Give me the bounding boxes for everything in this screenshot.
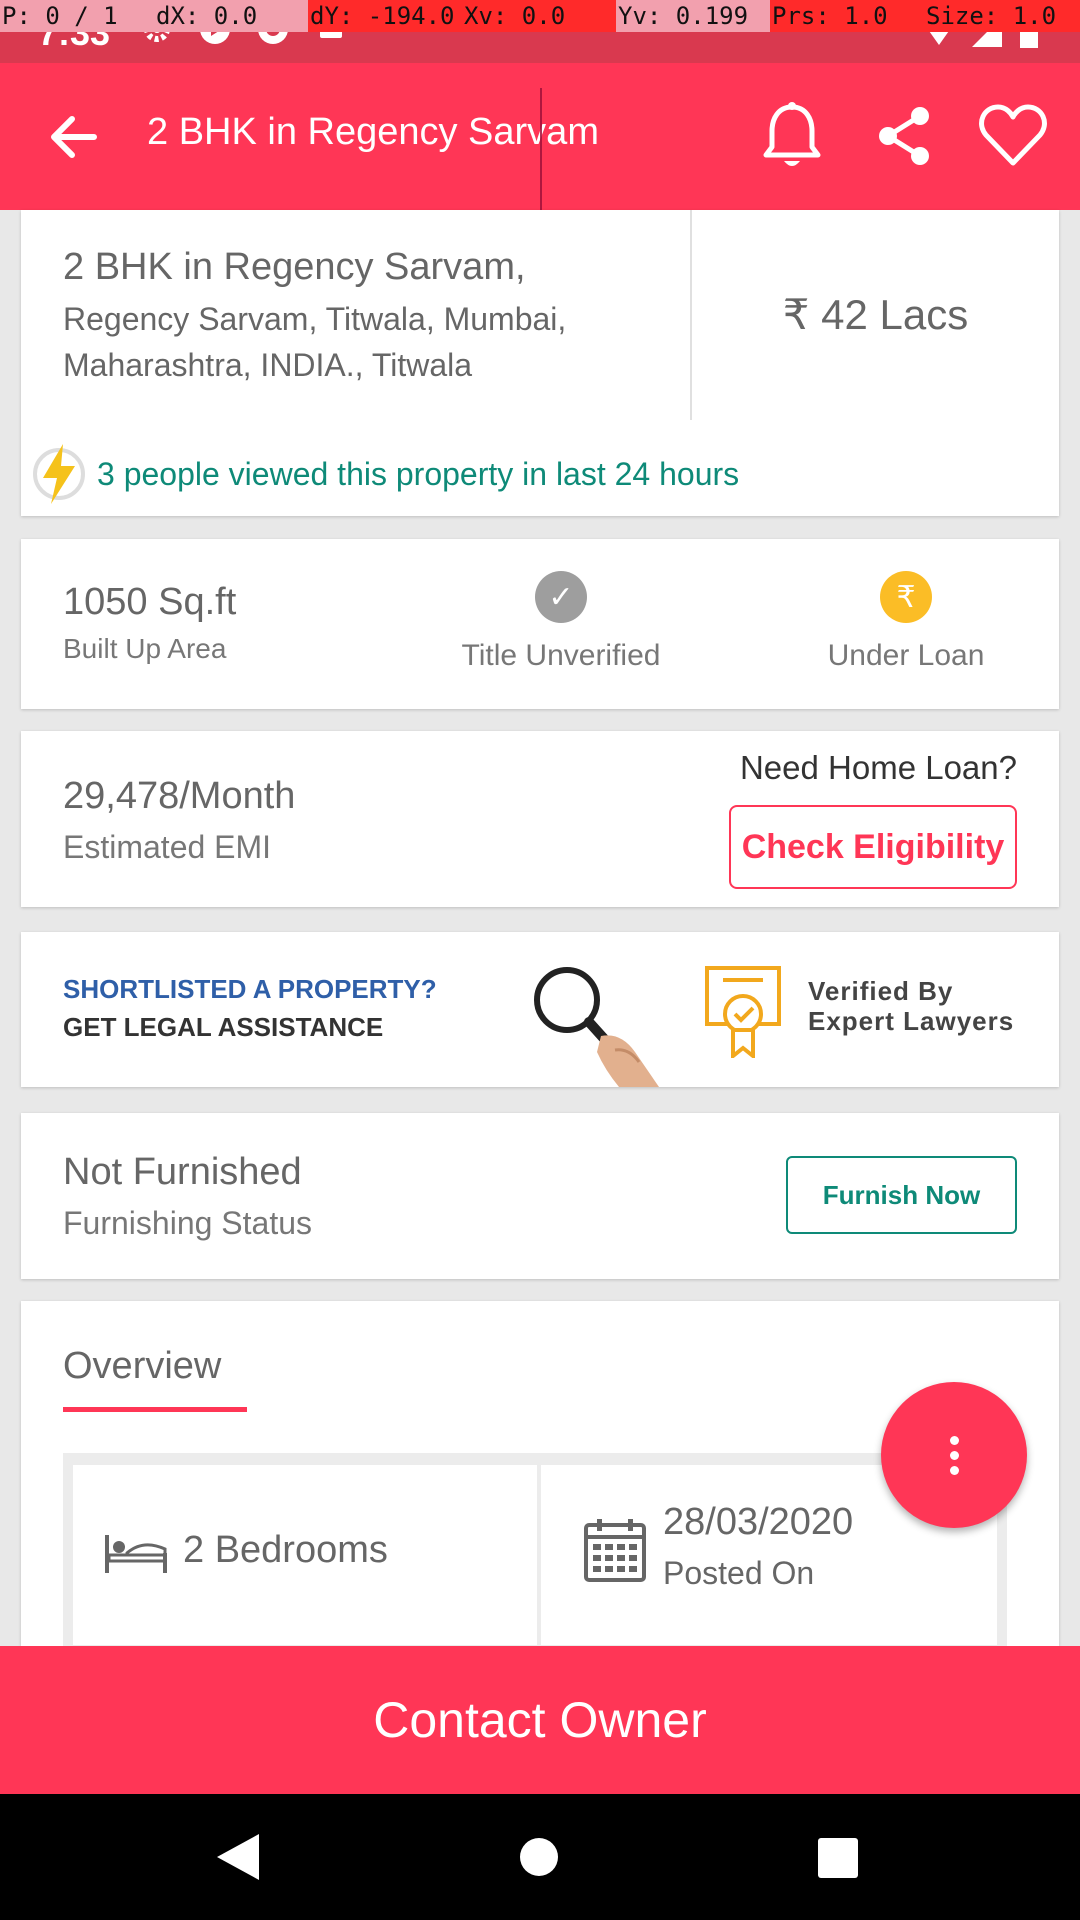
heart-icon: [979, 104, 1047, 166]
status-bar: 7:33 P: 0 / 1 dX: 0.0 dY: -194.0 Xv: 0.0…: [0, 0, 1080, 63]
loan-status: ₹ Under Loan: [756, 571, 1056, 673]
nav-back-icon[interactable]: [217, 1834, 259, 1880]
debug-xv: Xv: 0.0: [462, 0, 616, 32]
lightning-icon: [33, 444, 85, 504]
calendar-icon: [584, 1519, 646, 1582]
back-button[interactable]: [46, 109, 102, 165]
debug-prs: Prs: 1.0: [770, 0, 924, 32]
title-status: ✓ Title Unverified: [401, 571, 721, 673]
more-vert-icon-dot: [949, 1465, 959, 1475]
property-title: 2 BHK in Regency Sarvam,: [63, 246, 526, 288]
arrow-back-icon: [51, 116, 97, 158]
app-bar-title: 2 BHK in Regency Sarvam: [147, 111, 599, 153]
verified-by-lawyers: Verified By Expert Lawyers: [808, 976, 1014, 1036]
emi-value: 29,478/Month: [63, 775, 296, 817]
debug-yv: Yv: 0.199: [616, 0, 770, 32]
more-vert-icon: [949, 1435, 959, 1445]
nav-home-icon[interactable]: [520, 1838, 558, 1876]
nav-recents-icon[interactable]: [818, 1838, 858, 1878]
rupee-icon: ₹: [880, 571, 932, 623]
property-price: ₹ 42 Lacs: [782, 291, 969, 338]
favorite-button[interactable]: [978, 103, 1048, 169]
property-summary-card: 2 BHK in Regency Sarvam, Regency Sarvam,…: [21, 210, 1059, 516]
bedrooms-count: 2 Bedrooms: [183, 1529, 388, 1571]
furnish-now-button[interactable]: Furnish Now: [786, 1156, 1017, 1234]
debug-dy: dY: -194.0: [308, 0, 462, 32]
legal-assistance-banner[interactable]: SHORTLISTED A PROPERTY? GET LEGAL ASSIST…: [21, 932, 1059, 1087]
bed-icon: [105, 1535, 167, 1573]
loan-status-label: Under Loan: [827, 639, 985, 672]
pointer-debug-overlay: P: 0 / 1 dX: 0.0 dY: -194.0 Xv: 0.0 Yv: …: [0, 0, 1080, 32]
legal-banner-subheading: GET LEGAL ASSISTANCE: [63, 1012, 384, 1042]
emi-card: 29,478/Month Estimated EMI Need Home Loa…: [21, 731, 1059, 907]
alerts-button[interactable]: [760, 101, 824, 173]
built-up-area-label: Built Up Area: [63, 633, 227, 664]
overview-details: 2 Bedrooms 28/03/2020 Posted On: [63, 1453, 1007, 1653]
check-circle-icon: ✓: [535, 571, 587, 623]
home-loan-prompt: Need Home Loan?: [739, 749, 1017, 786]
system-navigation-bar: [0, 1794, 1080, 1920]
furnishing-card: Not Furnished Furnishing Status Furnish …: [21, 1113, 1059, 1279]
check-eligibility-button[interactable]: Check Eligibility: [729, 805, 1017, 889]
bedrooms-cell: 2 Bedrooms: [73, 1465, 537, 1645]
tab-overview[interactable]: Overview: [63, 1345, 221, 1388]
emi-label: Estimated EMI: [63, 829, 272, 865]
views-notice: 3 people viewed this property in last 24…: [31, 442, 739, 506]
debug-size: Size: 1.0: [924, 0, 1080, 32]
furnishing-label: Furnishing Status: [63, 1205, 313, 1241]
certificate-icon: [705, 966, 781, 1058]
posted-label: Posted On: [663, 1555, 815, 1591]
debug-pointer: P: 0 / 1: [0, 0, 154, 32]
verified-line-2: Expert Lawyers: [808, 1006, 1015, 1036]
views-text: 3 people viewed this property in last 24…: [97, 455, 740, 492]
tab-indicator: [63, 1407, 247, 1412]
area-card: 1050 Sq.ft Built Up Area ✓ Title Unverif…: [21, 539, 1059, 709]
bell-icon: [763, 102, 821, 166]
contact-owner-button[interactable]: Contact Owner: [0, 1646, 1080, 1794]
legal-banner-heading: SHORTLISTED A PROPERTY?: [63, 974, 437, 1004]
built-up-area-value: 1050 Sq.ft: [63, 581, 237, 623]
title-status-label: Title Unverified: [461, 639, 661, 672]
magnifier-icon: [534, 967, 659, 1087]
verified-line-1: Verified By: [808, 976, 954, 1006]
more-options-fab[interactable]: [881, 1382, 1027, 1528]
furnishing-value: Not Furnished: [63, 1151, 302, 1193]
more-vert-icon-dot: [949, 1450, 959, 1460]
property-address: Regency Sarvam, Titwala, Mumbai, Maharas…: [63, 301, 567, 383]
share-icon: [879, 107, 929, 165]
debug-dx: dX: 0.0: [154, 0, 308, 32]
posted-date: 28/03/2020: [663, 1501, 854, 1543]
share-button[interactable]: [876, 105, 932, 167]
